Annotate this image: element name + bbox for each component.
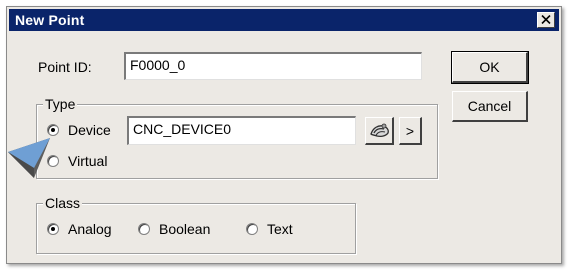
virtual-radio-label[interactable]: Virtual — [68, 153, 107, 169]
browse-device-button[interactable] — [365, 117, 394, 145]
screenshot-stage: New Point Point ID: F0000_0 OK Cancel Ty… — [0, 0, 570, 277]
new-point-dialog: New Point Point ID: F0000_0 OK Cancel Ty… — [6, 6, 562, 264]
close-icon — [541, 15, 551, 24]
point-id-input[interactable]: F0000_0 — [124, 52, 422, 80]
device-name-input[interactable]: CNC_DEVICE0 — [127, 116, 356, 145]
cancel-button[interactable]: Cancel — [452, 91, 528, 122]
class-group-title: Class — [43, 195, 83, 211]
point-id-label: Point ID: — [38, 59, 92, 75]
more-button[interactable]: > — [399, 117, 422, 145]
dialog-title: New Point — [15, 12, 85, 28]
device-radio[interactable] — [47, 124, 59, 136]
pointer-arrow-icon — [8, 138, 50, 178]
text-radio[interactable] — [246, 223, 258, 235]
boolean-radio[interactable] — [138, 223, 150, 235]
type-group-title: Type — [43, 96, 78, 112]
analog-radio[interactable] — [47, 223, 59, 235]
close-button[interactable] — [537, 12, 555, 28]
title-bar: New Point — [9, 9, 559, 31]
boolean-radio-label[interactable]: Boolean — [159, 221, 210, 237]
ok-button[interactable]: OK — [451, 51, 529, 84]
browse-device-icon — [370, 123, 389, 138]
analog-radio-label[interactable]: Analog — [68, 221, 112, 237]
text-radio-label[interactable]: Text — [267, 221, 293, 237]
device-radio-label[interactable]: Device — [68, 122, 111, 138]
